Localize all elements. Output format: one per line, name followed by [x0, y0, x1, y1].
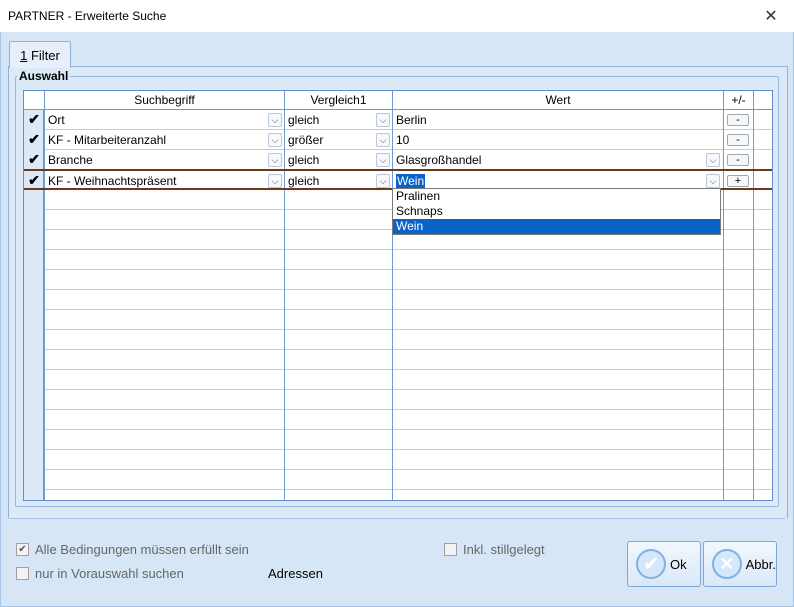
add-row-button[interactable]: + [727, 175, 749, 187]
row-wert[interactable]: Glasgroßhandel [393, 150, 693, 169]
tab-filter[interactable]: 1 Filter [9, 41, 71, 68]
grid-row-line [24, 349, 772, 350]
row-vergleich[interactable]: gleich [285, 110, 375, 129]
header-filler [754, 91, 772, 110]
row-check-icon[interactable]: ✔ [26, 150, 42, 169]
tab-filter-accelerator: 1 [20, 47, 28, 63]
auswahl-group-label: Auswahl [17, 69, 71, 83]
dialog-body: 1 Filter Auswahl Suchbegriff Vergleich1 … [0, 32, 794, 607]
checkmark-icon[interactable]: ✔ [16, 543, 29, 556]
close-icon: ✕ [764, 8, 778, 25]
inkl-stillgelegt-checkbox[interactable]: Inkl. stillgelegt [444, 542, 545, 557]
grid-row-line [24, 489, 772, 490]
grid-row-line [24, 369, 772, 370]
row-check-icon[interactable]: ✔ [26, 171, 42, 190]
row-wert[interactable]: Berlin [393, 110, 693, 129]
header-vergleich[interactable]: Vergleich1 [285, 91, 393, 110]
checkbox-box[interactable] [444, 543, 457, 556]
grid-row-line [24, 249, 772, 250]
grid-row-line [24, 449, 772, 450]
remove-row-button[interactable]: - [727, 134, 749, 146]
header-plusminus: +/- [724, 91, 754, 110]
row-vergleich[interactable]: gleich [285, 150, 375, 169]
checkmark-icon: ✔ [636, 549, 666, 579]
ok-button-label: Ok [670, 556, 687, 572]
header-wert[interactable]: Wert [393, 91, 724, 110]
checkbox-box[interactable] [16, 567, 29, 580]
grid-row-line [24, 289, 772, 290]
chevron-down-icon[interactable]: ⌵ [376, 174, 390, 188]
chevron-down-icon[interactable]: ⌵ [376, 153, 390, 167]
cancel-button-label: Abbr. [745, 556, 776, 572]
row-suchbegriff[interactable]: KF - Mitarbeiteranzahl [45, 130, 265, 149]
title-bar: PARTNER - Erweiterte Suche ✕ [0, 0, 794, 32]
nur-vorauswahl-label: nur in Vorauswahl suchen [35, 566, 184, 581]
grid-row-line [24, 409, 772, 410]
x-icon: ✕ [712, 549, 742, 579]
dropdown-option-schnaps[interactable]: Schnaps [393, 204, 720, 219]
grid-row-line [24, 309, 772, 310]
header-select-column [24, 91, 45, 110]
row-check-icon[interactable]: ✔ [26, 110, 42, 129]
chevron-down-icon[interactable]: ⌵ [376, 113, 390, 127]
grid-divider [723, 91, 724, 500]
header-suchbegriff[interactable]: Suchbegriff [45, 91, 285, 110]
alle-bedingungen-checkbox[interactable]: ✔ Alle Bedingungen müssen erfüllt sein [16, 542, 249, 557]
dropdown-option-pralinen[interactable]: Pralinen [393, 189, 720, 204]
chevron-down-icon[interactable]: ⌵ [706, 174, 720, 188]
grid-divider [753, 91, 754, 500]
chevron-down-icon[interactable]: ⌵ [268, 133, 282, 147]
row-wert[interactable]: 10 [393, 130, 693, 149]
window-title: PARTNER - Erweiterte Suche [8, 9, 167, 23]
nur-vorauswahl-checkbox[interactable]: nur in Vorauswahl suchen [16, 566, 184, 581]
row-check-icon[interactable]: ✔ [26, 130, 42, 149]
grid-row-line [24, 429, 772, 430]
cancel-button[interactable]: ✕ Abbr. [703, 541, 777, 587]
row-suchbegriff[interactable]: Ort [45, 110, 265, 129]
filter-grid: Suchbegriff Vergleich1 Wert +/- ✔ Ort ⌵ … [23, 90, 773, 501]
remove-row-button[interactable]: - [727, 154, 749, 166]
row-suchbegriff[interactable]: KF - Weihnachtspräsent [45, 171, 265, 190]
grid-row-line [24, 269, 772, 270]
chevron-down-icon[interactable]: ⌵ [268, 113, 282, 127]
chevron-down-icon[interactable]: ⌵ [268, 174, 282, 188]
tab-filter-label: Filter [27, 47, 60, 63]
adressen-label: Adressen [268, 566, 323, 581]
chevron-down-icon[interactable]: ⌵ [706, 153, 720, 167]
alle-bedingungen-label: Alle Bedingungen müssen erfüllt sein [35, 542, 249, 557]
grid-row-line [24, 329, 772, 330]
row-suchbegriff[interactable]: Branche [45, 150, 265, 169]
bottom-separator [9, 518, 785, 519]
remove-row-button[interactable]: - [727, 114, 749, 126]
chevron-down-icon[interactable]: ⌵ [376, 133, 390, 147]
row-vergleich[interactable]: größer [285, 130, 375, 149]
wert-dropdown-list[interactable]: Pralinen Schnaps Wein [392, 188, 721, 235]
ok-button[interactable]: ✔ Ok [627, 541, 701, 587]
wert-editor-selected-text[interactable]: Wein [396, 173, 426, 188]
grid-row-line [24, 389, 772, 390]
inkl-stillgelegt-label: Inkl. stillgelegt [463, 542, 545, 557]
chevron-down-icon[interactable]: ⌵ [268, 153, 282, 167]
grid-row-line [24, 469, 772, 470]
dropdown-option-wein[interactable]: Wein [393, 219, 720, 234]
row-vergleich[interactable]: gleich [285, 171, 375, 190]
close-button[interactable]: ✕ [748, 0, 794, 32]
